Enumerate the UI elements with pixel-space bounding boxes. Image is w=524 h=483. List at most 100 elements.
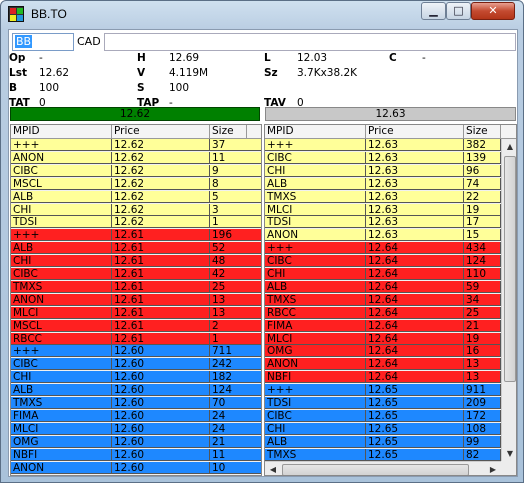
table-row[interactable]: TMXS 12.60 70 — [11, 397, 261, 409]
size-cell: 2 — [210, 320, 261, 332]
scroll-thumb[interactable] — [504, 156, 516, 382]
table-row[interactable]: CIBC 12.64 124 — [265, 255, 516, 268]
mpid-cell: ANON — [11, 293, 112, 306]
table-row[interactable]: CIBC 12.63 139 — [265, 151, 516, 164]
table-row[interactable]: NBFI 12.64 13 — [265, 371, 516, 384]
table-row[interactable]: MLCI 12.63 19 — [265, 203, 516, 216]
header-size[interactable]: Size — [464, 125, 501, 139]
price-cell: 12.61 — [112, 306, 210, 319]
table-row[interactable]: CHI 12.63 96 — [265, 164, 516, 177]
quote-value: - — [39, 52, 43, 64]
table-row[interactable]: ALB 12.64 59 — [265, 280, 516, 293]
table-row[interactable]: FIMA 12.64 21 — [265, 319, 516, 332]
table-row[interactable]: MLCI 12.61 13 — [11, 306, 261, 319]
table-row[interactable]: ANON 12.64 13 — [265, 358, 516, 371]
mpid-cell: TDSI — [265, 216, 366, 229]
table-row[interactable]: +++ 12.64 434 — [265, 242, 516, 255]
scroll-down-icon[interactable]: ▼ — [503, 446, 516, 461]
size-cell: 139 — [464, 151, 501, 164]
table-row[interactable]: OMG 12.64 16 — [265, 345, 516, 358]
size-cell: 209 — [464, 397, 501, 409]
quote-value: 4.119M — [169, 67, 209, 79]
price-cell: 12.62 — [112, 203, 210, 216]
table-row[interactable]: CIBC 12.62 9 — [11, 164, 261, 177]
table-row[interactable]: TDSI 12.63 17 — [265, 216, 516, 229]
price-cell: 12.61 — [112, 268, 210, 280]
table-row[interactable]: ALB 12.60 124 — [11, 384, 261, 397]
table-row[interactable]: MLCI 12.60 24 — [11, 422, 261, 435]
size-cell: 172 — [464, 409, 501, 422]
scroll-thumb[interactable] — [282, 464, 469, 475]
quote-value: 12.69 — [169, 52, 200, 64]
table-row[interactable]: CIBC 12.61 42 — [11, 268, 261, 280]
price-cell: 12.63 — [366, 216, 464, 229]
table-row[interactable]: ANON 12.63 15 — [265, 229, 516, 242]
size-cell: 21 — [210, 436, 261, 448]
symbol-input[interactable]: BB — [12, 33, 74, 51]
best-ask-bar: 12.63 — [265, 107, 516, 121]
table-row[interactable]: ALB 12.63 74 — [265, 177, 516, 190]
table-row[interactable]: MSCL 12.61 2 — [11, 319, 261, 332]
close-button[interactable]: ✕ — [471, 2, 515, 20]
table-row[interactable]: OMG 12.60 21 — [11, 435, 261, 448]
header-size[interactable]: Size — [210, 125, 247, 139]
header-price[interactable]: Price — [112, 125, 210, 139]
table-row[interactable]: +++ 12.61 196 — [11, 229, 261, 242]
mpid-cell: +++ — [11, 229, 112, 242]
table-row[interactable]: CHI 12.61 48 — [11, 255, 261, 268]
size-cell: 37 — [210, 139, 261, 151]
table-row[interactable]: +++ 12.62 37 — [11, 139, 261, 151]
command-input[interactable] — [104, 33, 516, 51]
table-row[interactable]: +++ 12.60 711 — [11, 345, 261, 358]
table-row[interactable]: +++ 12.63 382 — [265, 139, 516, 151]
table-row[interactable]: FIMA 12.60 24 — [11, 409, 261, 422]
table-row[interactable]: RBCC 12.61 1 — [11, 332, 261, 345]
table-row[interactable]: TMXS 12.64 34 — [265, 293, 516, 306]
horizontal-scrollbar[interactable]: ◀ ▶ — [265, 461, 501, 475]
header-price[interactable]: Price — [366, 125, 464, 139]
table-row[interactable]: CHI 12.62 3 — [11, 203, 261, 216]
ask-book-table[interactable]: MPID Price Size +++ 12.63 382 CIBC 12.63 139 C… — [264, 124, 517, 476]
table-row[interactable]: ANON 12.61 13 — [11, 293, 261, 306]
scroll-right-icon[interactable]: ▶ — [485, 462, 501, 475]
table-row[interactable]: ANON 12.62 11 — [11, 151, 261, 164]
price-cell: 12.62 — [112, 177, 210, 190]
vertical-scrollbar[interactable]: ▲ ▼ — [501, 139, 516, 461]
table-row[interactable]: TDSI 12.65 209 — [265, 397, 516, 409]
price-cell: 12.62 — [112, 139, 210, 151]
table-row[interactable]: ALB 12.65 99 — [265, 435, 516, 448]
minimize-button[interactable]: ▁ — [421, 2, 446, 20]
table-row[interactable]: RBCC 12.64 25 — [265, 306, 516, 319]
table-row[interactable]: CHI 12.65 108 — [265, 422, 516, 435]
table-row[interactable]: ALB 12.61 52 — [11, 242, 261, 255]
table-row[interactable]: ANON 12.60 10 — [11, 461, 261, 474]
table-row[interactable]: TMXS 12.61 25 — [11, 280, 261, 293]
table-row[interactable]: MLCI 12.64 19 — [265, 332, 516, 345]
size-cell: 34 — [464, 293, 501, 306]
mpid-cell: TDSI — [265, 397, 366, 409]
header-mpid[interactable]: MPID — [11, 125, 112, 139]
price-cell: 12.64 — [366, 306, 464, 319]
table-row[interactable]: CIBC 12.60 242 — [11, 358, 261, 371]
header-mpid[interactable]: MPID — [265, 125, 366, 139]
maximize-button[interactable]: □ — [446, 2, 471, 20]
mpid-cell: ANON — [265, 358, 366, 371]
mpid-cell: CIBC — [265, 255, 366, 268]
scroll-up-icon[interactable]: ▲ — [503, 139, 516, 154]
table-row[interactable]: CHI 12.64 110 — [265, 268, 516, 280]
table-row[interactable]: +++ 12.65 911 — [265, 384, 516, 397]
title-bar[interactable]: BB.TO ▁ □ ✕ — [1, 1, 523, 27]
table-row[interactable]: ALB 12.62 5 — [11, 190, 261, 203]
table-row[interactable]: MSCL 12.62 8 — [11, 177, 261, 190]
maximize-icon: □ — [453, 4, 464, 17]
table-row[interactable]: CHI 12.60 182 — [11, 371, 261, 384]
price-cell: 12.63 — [366, 229, 464, 242]
table-row[interactable]: TMXS 12.65 82 — [265, 448, 516, 461]
table-row[interactable]: NBFI 12.60 11 — [11, 448, 261, 461]
scroll-left-icon[interactable]: ◀ — [265, 462, 281, 475]
bid-book-table[interactable]: MPID Price Size +++ 12.62 37 ANON 12.62 11 CIB… — [10, 124, 262, 476]
table-row[interactable]: TMXS 12.63 22 — [265, 190, 516, 203]
price-cell: 12.64 — [366, 280, 464, 293]
table-row[interactable]: CIBC 12.65 172 — [265, 409, 516, 422]
table-row[interactable]: TDSI 12.62 1 — [11, 216, 261, 229]
